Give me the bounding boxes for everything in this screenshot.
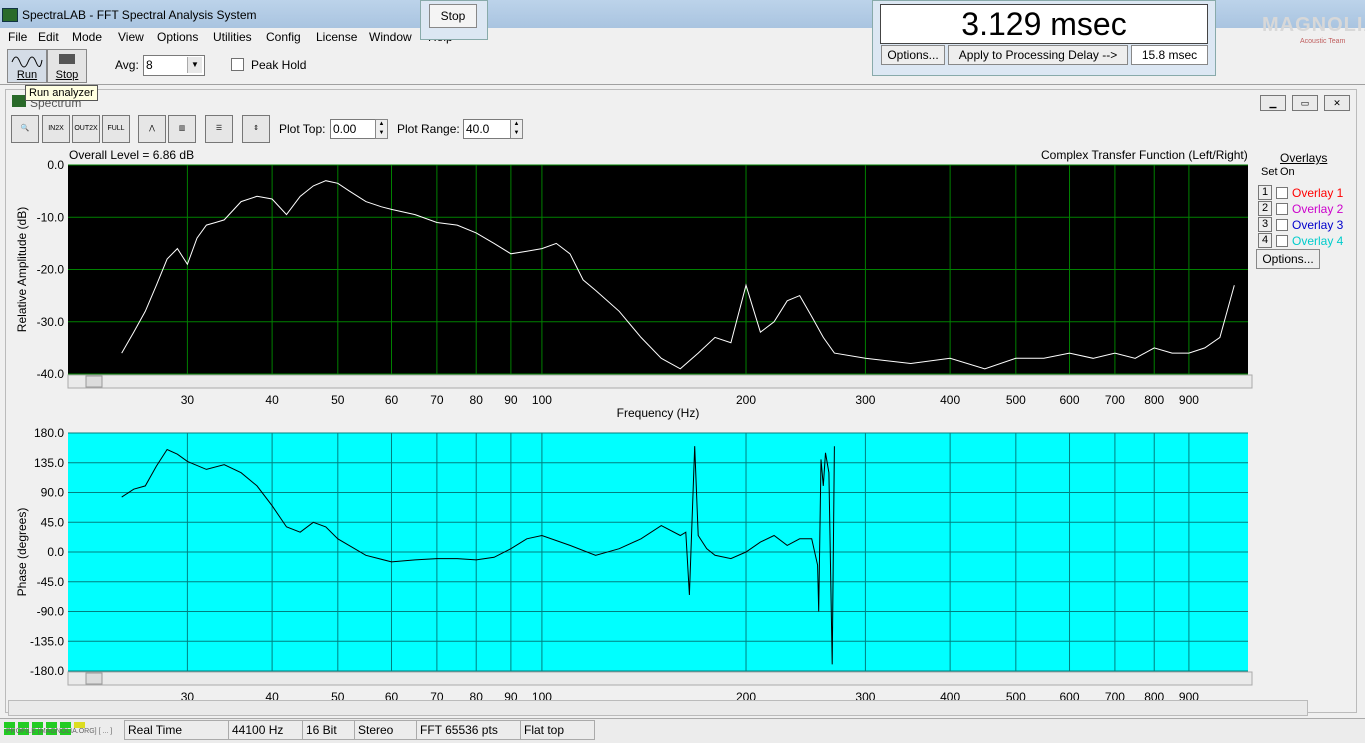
x-tick-label: 200 bbox=[736, 393, 756, 407]
plot-scrollbar[interactable] bbox=[67, 671, 1253, 686]
status-fft-size: FFT 65536 pts bbox=[416, 720, 521, 740]
y-tick-label: 180.0 bbox=[34, 426, 64, 440]
y-tick-label: 135.0 bbox=[34, 456, 64, 470]
x-tick-label: 80 bbox=[470, 393, 484, 407]
menu-options[interactable]: Options bbox=[157, 30, 198, 44]
status-sample-rate: 44100 Hz bbox=[228, 720, 303, 740]
plot-top-label: Plot Top: bbox=[279, 122, 326, 136]
plot-scrollbar[interactable] bbox=[67, 374, 1253, 389]
plot-scroll-thumb[interactable] bbox=[85, 375, 103, 388]
line-plot-icon[interactable]: ⋀ bbox=[138, 115, 166, 143]
spectrum-icon bbox=[12, 95, 26, 107]
apply-processing-delay-button[interactable]: Apply to Processing Delay --> bbox=[948, 45, 1128, 65]
status-channels: Stereo bbox=[354, 720, 417, 740]
processing-delay-value: 15.8 msec bbox=[1131, 45, 1208, 65]
y-tick-label: -20.0 bbox=[37, 263, 65, 277]
window-title: SpectraLAB - FFT Spectral Analysis Syste… bbox=[22, 8, 257, 22]
range-icon[interactable]: ⇕ bbox=[242, 115, 270, 143]
menu-mode[interactable]: Mode bbox=[72, 30, 102, 44]
x-tick-label: 600 bbox=[1060, 393, 1080, 407]
peak-hold-checkbox[interactable] bbox=[231, 58, 244, 71]
delay-options-button[interactable]: Options... bbox=[881, 45, 945, 65]
avg-value: 8 bbox=[146, 58, 153, 72]
chevron-down-icon[interactable]: ▼ bbox=[187, 57, 202, 73]
y-tick-label: -30.0 bbox=[37, 315, 65, 329]
stop-button[interactable]: Stop bbox=[47, 49, 87, 83]
delay-readout: 3.129 msec bbox=[880, 4, 1208, 44]
logo: MAGNOLIA bbox=[1262, 14, 1365, 36]
app-icon bbox=[2, 8, 18, 22]
y-tick-label: -10.0 bbox=[37, 210, 65, 224]
y-tick-label: 90.0 bbox=[41, 486, 65, 500]
plot-range-value: 40.0 bbox=[466, 122, 490, 136]
logo-subtitle: Acoustic Team bbox=[1300, 38, 1346, 45]
tooltip: Run analyzer bbox=[25, 85, 98, 101]
y-tick-label: 0.0 bbox=[47, 158, 64, 172]
settings-panel-icon[interactable]: ☰ bbox=[205, 115, 233, 143]
x-tick-label: 40 bbox=[265, 393, 279, 407]
x-tick-label: 800 bbox=[1144, 393, 1164, 407]
x-tick-label: 90 bbox=[504, 393, 518, 407]
y-tick-label: -45.0 bbox=[37, 575, 65, 589]
avg-label: Avg: bbox=[115, 58, 139, 72]
window-scrollbar[interactable] bbox=[8, 700, 1308, 716]
phase-chart: 30 40 50 60 70 80 90 100 200 300 400 500 600 700 800 90… bbox=[15, 426, 1253, 704]
close-button[interactable]: ✕ bbox=[1324, 95, 1350, 111]
menu-utilities[interactable]: Utilities bbox=[213, 30, 252, 44]
menu-config[interactable]: Config bbox=[266, 30, 301, 44]
y-tick-label: -90.0 bbox=[37, 605, 65, 619]
y-tick-label: -40.0 bbox=[37, 367, 65, 381]
y-axis-label: Relative Amplitude (dB) bbox=[15, 207, 29, 332]
peak-hold-label: Peak Hold bbox=[251, 58, 307, 72]
menu-license[interactable]: License bbox=[316, 30, 357, 44]
zoom-out-full-icon[interactable]: FULL bbox=[102, 115, 130, 143]
y-tick-label: -180.0 bbox=[30, 664, 64, 678]
run-button[interactable]: Run bbox=[7, 49, 47, 83]
x-tick-label: 700 bbox=[1105, 393, 1125, 407]
zoom-out-2x-icon[interactable]: OUT2X bbox=[72, 115, 100, 143]
x-tick-label: 100 bbox=[532, 393, 552, 407]
x-tick-label: 60 bbox=[385, 393, 399, 407]
menu-view[interactable]: View bbox=[118, 30, 144, 44]
amplitude-chart: 30 40 50 60 70 80 90 100 200 300 400 500 600 700 800 90… bbox=[15, 158, 1253, 420]
x-tick-label: 500 bbox=[1006, 393, 1026, 407]
menu-window[interactable]: Window bbox=[369, 30, 412, 44]
float-stop-button[interactable]: Stop bbox=[429, 4, 477, 28]
plot-range-spinner[interactable]: ▲ ▼ bbox=[510, 119, 523, 139]
x-tick-label: 70 bbox=[430, 393, 444, 407]
status-window: Flat top bbox=[520, 720, 595, 740]
status-mode: Real Time bbox=[124, 720, 229, 740]
minimize-button[interactable]: ▁ bbox=[1260, 95, 1286, 111]
maximize-button[interactable]: ▭ bbox=[1292, 95, 1318, 111]
x-axis-label: Frequency (Hz) bbox=[617, 406, 700, 420]
y-tick-label: 0.0 bbox=[47, 545, 64, 559]
waveform-icon bbox=[11, 56, 43, 68]
meter-caption: PROFILE [MAGNOLIA.ORG] [ ... ] bbox=[6, 728, 113, 735]
plot-top-spinner[interactable]: ▲ ▼ bbox=[375, 119, 388, 139]
plot-top-value: 0.00 bbox=[333, 122, 357, 136]
y-axis-label: Phase (degrees) bbox=[15, 508, 29, 597]
menu-file[interactable]: File bbox=[8, 30, 27, 44]
status-bit-depth: 16 Bit bbox=[302, 720, 355, 740]
plot-range-label: Plot Range: bbox=[397, 122, 460, 136]
plot-scroll-thumb[interactable] bbox=[85, 672, 103, 685]
x-tick-label: 400 bbox=[940, 393, 960, 407]
menu-edit[interactable]: Edit bbox=[38, 30, 59, 44]
bar-plot-icon[interactable]: ▥ bbox=[168, 115, 196, 143]
stop-icon bbox=[59, 54, 75, 64]
zoom-icon[interactable]: 🔍 bbox=[11, 115, 39, 143]
y-tick-label: -135.0 bbox=[30, 634, 64, 648]
x-tick-label: 300 bbox=[855, 393, 875, 407]
x-tick-label: 30 bbox=[181, 393, 195, 407]
zoom-in-2x-icon[interactable]: IN2X bbox=[42, 115, 70, 143]
x-tick-label: 900 bbox=[1179, 393, 1199, 407]
x-tick-label: 50 bbox=[331, 393, 345, 407]
y-tick-label: 45.0 bbox=[41, 515, 65, 529]
